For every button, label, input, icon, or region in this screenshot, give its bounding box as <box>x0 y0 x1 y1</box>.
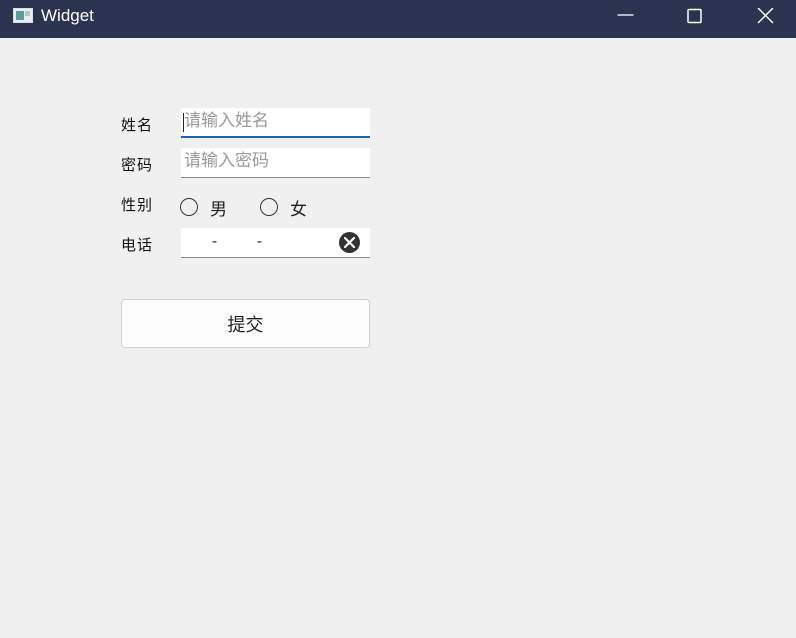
name-input[interactable] <box>181 108 364 134</box>
phone-label: 电话 <box>121 236 154 254</box>
submit-button[interactable]: 提交 <box>121 299 370 348</box>
name-label: 姓名 <box>121 116 154 134</box>
phone-mask-separator: - <box>255 232 265 250</box>
clear-circle-icon[interactable] <box>339 232 360 253</box>
phone-field[interactable]: - - <box>181 228 370 258</box>
password-label: 密码 <box>121 156 154 174</box>
maximize-button[interactable] <box>671 0 717 32</box>
minimize-button[interactable] <box>602 0 648 32</box>
password-field[interactable] <box>181 148 370 178</box>
name-field[interactable] <box>181 108 370 138</box>
app-window-icon <box>13 8 33 23</box>
phone-mask-separator: - <box>210 232 220 250</box>
gender-option-label: 女 <box>290 199 307 220</box>
minimize-icon <box>617 14 634 16</box>
radio-circle[interactable] <box>260 198 278 216</box>
close-icon <box>757 8 774 24</box>
gender-label: 性别 <box>121 196 154 214</box>
gender-option-label: 男 <box>210 199 227 220</box>
gender-radio-male[interactable]: 男 <box>180 197 227 220</box>
maximize-icon <box>687 8 702 24</box>
window-title: Widget <box>41 6 94 25</box>
text-caret <box>183 113 184 132</box>
gender-radio-female[interactable]: 女 <box>260 197 307 220</box>
password-input[interactable] <box>181 148 364 174</box>
close-button[interactable] <box>742 0 788 32</box>
radio-circle[interactable] <box>180 198 198 216</box>
title-bar[interactable]: Widget <box>0 0 796 38</box>
